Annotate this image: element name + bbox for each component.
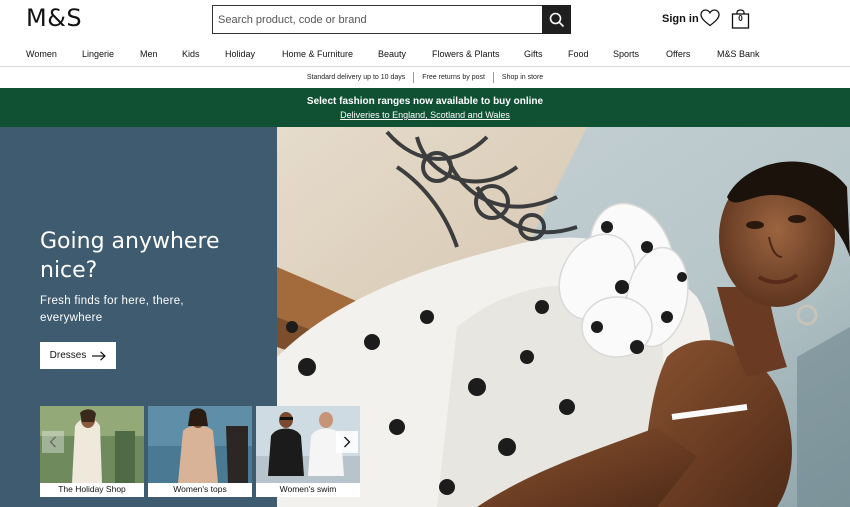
hero-section: Going anywhere nice? Fresh finds for her… xyxy=(0,127,850,507)
search-icon xyxy=(549,12,564,27)
nav-item-kids[interactable]: Kids xyxy=(182,49,200,59)
shop-in-store-link[interactable]: Shop in store xyxy=(494,74,551,81)
banner-deliveries-link[interactable]: Deliveries to England, Scotland and Wale… xyxy=(0,110,850,120)
nav-item-beauty[interactable]: Beauty xyxy=(378,49,406,59)
carousel-prev-button[interactable] xyxy=(42,431,64,453)
category-nav: Women Lingerie Men Kids Holiday Home & Furnit… xyxy=(0,44,850,66)
dresses-button-label: Dresses xyxy=(49,350,87,361)
promo-banner: Select fashion ranges now available to b… xyxy=(0,88,850,127)
nav-item-flowers-plants[interactable]: Flowers & Plants xyxy=(432,49,500,59)
nav-item-holiday[interactable]: Holiday xyxy=(225,49,255,59)
category-carousel: The Holiday Shop Women's tops Women's sw… xyxy=(40,406,360,497)
bag-count: 0 xyxy=(738,14,743,23)
nav-item-m-s-bank[interactable]: M&S Bank xyxy=(717,49,760,59)
arrow-right-icon xyxy=(92,350,107,361)
nav-item-offers[interactable]: Offers xyxy=(666,49,690,59)
womens-tops-label: Women's tops xyxy=(173,484,227,494)
carousel-next-button[interactable] xyxy=(336,431,358,453)
sign-in-link[interactable]: Sign in xyxy=(662,13,699,25)
hero-subtitle: Fresh finds for here, there, everywhere xyxy=(40,295,184,324)
nav-item-food[interactable]: Food xyxy=(568,49,589,59)
nav-item-sports[interactable]: Sports xyxy=(613,49,639,59)
womens-swim-label: Women's swim xyxy=(279,484,337,494)
search-input[interactable] xyxy=(213,6,543,33)
hero-photo-woman-polka-dot-dress xyxy=(277,127,850,507)
hero-image[interactable] xyxy=(277,127,850,507)
shopping-bag-button[interactable]: 0 xyxy=(731,9,750,29)
chevron-left-icon xyxy=(49,436,56,448)
search-button[interactable] xyxy=(542,5,571,34)
wishlist-heart-icon[interactable] xyxy=(700,9,720,27)
womens-tops-card[interactable]: Women's tops xyxy=(148,406,252,497)
nav-item-lingerie[interactable]: Lingerie xyxy=(82,49,114,59)
nav-item-women[interactable]: Women xyxy=(26,49,57,59)
search-box xyxy=(212,5,571,34)
delivery-info-strip: Standard delivery up to 10 days Free ret… xyxy=(0,67,850,87)
site-header: M&S Sign in 0 xyxy=(0,0,850,42)
chevron-right-icon xyxy=(344,436,351,448)
dresses-button[interactable]: Dresses xyxy=(40,342,116,369)
nav-item-home-furniture[interactable]: Home & Furniture xyxy=(282,49,353,59)
nav-item-gifts[interactable]: Gifts xyxy=(524,49,543,59)
nav-item-men[interactable]: Men xyxy=(140,49,158,59)
ms-logo[interactable]: M&S xyxy=(26,4,82,32)
womens-tops-image xyxy=(148,406,252,483)
banner-title: Select fashion ranges now available to b… xyxy=(306,96,544,107)
standard-delivery-link[interactable]: Standard delivery up to 10 days xyxy=(299,74,413,81)
free-returns-link[interactable]: Free returns by post xyxy=(414,74,493,81)
holiday-shop-label: The Holiday Shop xyxy=(58,484,126,494)
hero-title: Going anywhere nice? xyxy=(40,229,220,283)
